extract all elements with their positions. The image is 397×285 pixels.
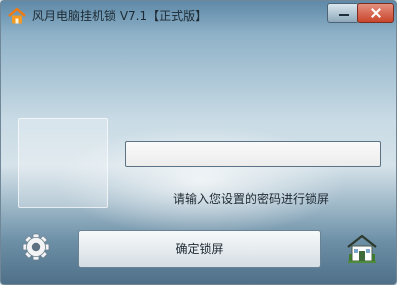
confirm-lock-button[interactable]: 确定锁屏: [78, 230, 321, 268]
avatar-frame: [18, 118, 108, 208]
gear-icon[interactable]: [22, 233, 50, 261]
close-button[interactable]: [357, 3, 394, 23]
lock-window: 风月电脑挂机锁 V7.1【正式版】 请输入您设置的密码进行锁屏 确定锁屏: [0, 0, 397, 285]
window-title: 风月电脑挂机锁 V7.1【正式版】: [32, 9, 208, 23]
minimize-button[interactable]: [327, 3, 359, 23]
password-hint: 请输入您设置的密码进行锁屏: [173, 192, 330, 206]
house-icon: [8, 8, 26, 24]
home-icon[interactable]: [346, 234, 378, 264]
title-bar[interactable]: 风月电脑挂机锁 V7.1【正式版】: [1, 1, 396, 31]
password-input[interactable]: [125, 141, 381, 167]
